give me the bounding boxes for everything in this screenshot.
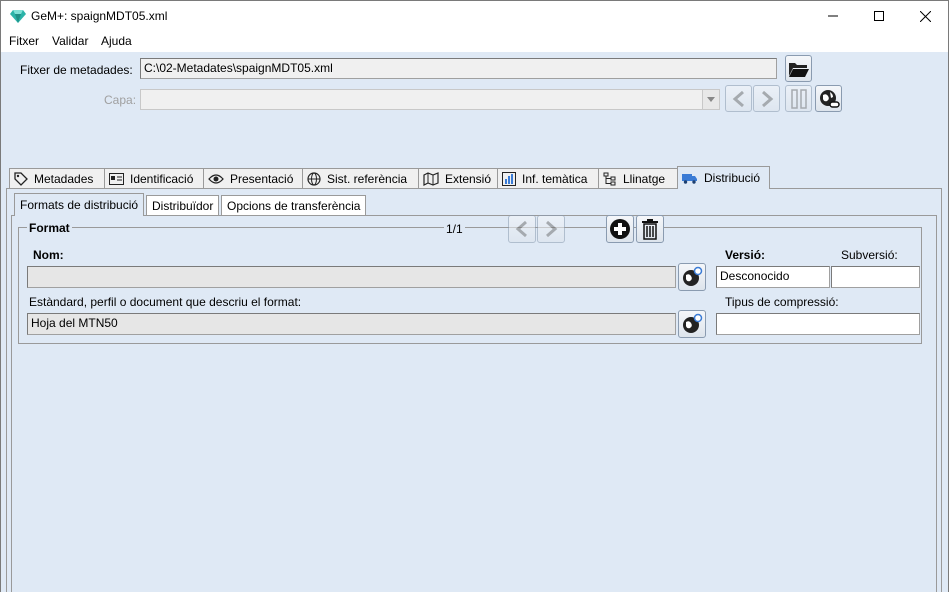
prev-layer-button[interactable] <box>725 85 752 112</box>
truck-icon <box>682 174 697 184</box>
format-group: Format 1/1 Nom: Versió: Desconocido Subv… <box>18 215 922 344</box>
layer-label: Capa: <box>104 93 137 107</box>
plus-circle-icon <box>610 219 630 239</box>
subtab-opcions-transferencia[interactable]: Opcions de transferència <box>221 195 367 215</box>
format-group-title: Format <box>27 221 72 235</box>
name-label: Nom: <box>33 248 64 262</box>
menu-ajuda[interactable]: Ajuda <box>101 34 132 48</box>
metadata-file-label: Fitxer de metadades: <box>20 63 133 77</box>
subversion-field[interactable] <box>831 266 920 288</box>
tab-extensio[interactable]: Extensió <box>418 168 498 188</box>
chevron-left-icon <box>732 90 744 107</box>
map-icon <box>423 171 439 186</box>
tab-label: Identificació <box>130 171 194 186</box>
tab-metadades[interactable]: Metadades <box>9 168 105 188</box>
compression-field[interactable] <box>716 313 920 335</box>
close-icon <box>919 10 931 22</box>
prev-format-button[interactable] <box>508 215 536 243</box>
maximize-button[interactable] <box>856 1 902 31</box>
tab-inf-tematica[interactable]: Inf. temàtica <box>497 168 599 188</box>
menu-validar[interactable]: Validar <box>52 34 88 48</box>
open-file-button[interactable] <box>785 55 812 82</box>
folder-open-icon <box>788 62 809 77</box>
globe-link-icon <box>819 89 840 108</box>
tab-label: Distribució <box>704 171 761 185</box>
tab-presentacio[interactable]: Presentació <box>203 168 303 188</box>
metadata-file-field[interactable]: C:\02-Metadates\spaignMDT05.xml <box>140 58 777 79</box>
tab-label: Metadades <box>34 171 94 186</box>
title-bar: GeM+: spaignMDT05.xml <box>1 1 948 31</box>
standard-label: Estàndard, perfil o document que descriu… <box>29 295 302 309</box>
tree-icon <box>603 172 616 185</box>
chevron-right-icon <box>546 220 558 238</box>
standard-field[interactable]: Hoja del MTN50 <box>27 313 676 335</box>
menu-bar: Fitxer Validar Ajuda <box>1 31 948 51</box>
menu-fitxer[interactable]: Fitxer <box>9 34 39 48</box>
globe-search-icon <box>683 266 703 286</box>
columns-icon <box>790 88 807 109</box>
subtab-distribuidor[interactable]: Distribuïdor <box>146 195 220 215</box>
subtab-formats-distribucio[interactable]: Formats de distribució <box>14 193 145 216</box>
eye-icon <box>208 173 224 184</box>
add-format-button[interactable] <box>606 215 634 243</box>
columns-button[interactable] <box>785 85 812 112</box>
distribucio-panel: Formats de distribució Distribuïdor Opci… <box>6 188 942 592</box>
next-format-button[interactable] <box>537 215 565 243</box>
id-card-icon <box>109 172 124 185</box>
version-field[interactable]: Desconocido <box>716 266 830 288</box>
globe-icon <box>307 171 321 186</box>
version-label: Versió: <box>725 248 766 262</box>
compression-label: Tipus de compressió: <box>725 295 839 309</box>
next-layer-button[interactable] <box>753 85 780 112</box>
name-lookup-button[interactable] <box>678 263 706 291</box>
minimize-icon <box>828 15 838 17</box>
window-title: GeM+: spaignMDT05.xml <box>31 9 168 23</box>
app-window: GeM+: spaignMDT05.xml Fitxer Validar Aju… <box>0 0 949 592</box>
chevron-left-icon <box>515 220 527 238</box>
tab-distribucio[interactable]: Distribució <box>677 166 770 189</box>
tab-identificacio[interactable]: Identificació <box>104 168 204 188</box>
tag-icon <box>14 171 28 186</box>
tab-label: Inf. temàtica <box>522 171 588 186</box>
chevron-down-icon <box>702 90 719 109</box>
minimize-button[interactable] <box>810 1 856 31</box>
delete-format-button[interactable] <box>636 215 664 243</box>
standard-lookup-button[interactable] <box>678 310 706 338</box>
gem-icon <box>10 10 26 23</box>
tab-llinatge[interactable]: Llinatge <box>598 168 678 188</box>
tab-label: Llinatge <box>623 171 666 186</box>
tab-sist-referencia[interactable]: Sist. referència <box>302 168 419 188</box>
tab-label: Presentació <box>230 171 294 186</box>
tab-label: Sist. referència <box>327 171 408 186</box>
layer-dropdown[interactable] <box>140 89 720 110</box>
pager-text: 1/1 <box>444 222 465 236</box>
chart-icon <box>502 171 516 186</box>
globe-link-button[interactable] <box>815 85 842 112</box>
formats-panel: Format 1/1 Nom: Versió: Desconocido Subv… <box>11 215 937 592</box>
maximize-icon <box>874 11 884 21</box>
globe-search-icon <box>683 313 703 333</box>
tab-label: Extensió <box>445 171 492 186</box>
chevron-right-icon <box>761 90 773 107</box>
close-button[interactable] <box>902 1 948 31</box>
subversion-label: Subversió: <box>841 248 898 262</box>
client-area: Fitxer de metadades: C:\02-Metadates\spa… <box>1 52 948 592</box>
trash-icon <box>642 219 658 240</box>
name-field[interactable] <box>27 266 676 288</box>
